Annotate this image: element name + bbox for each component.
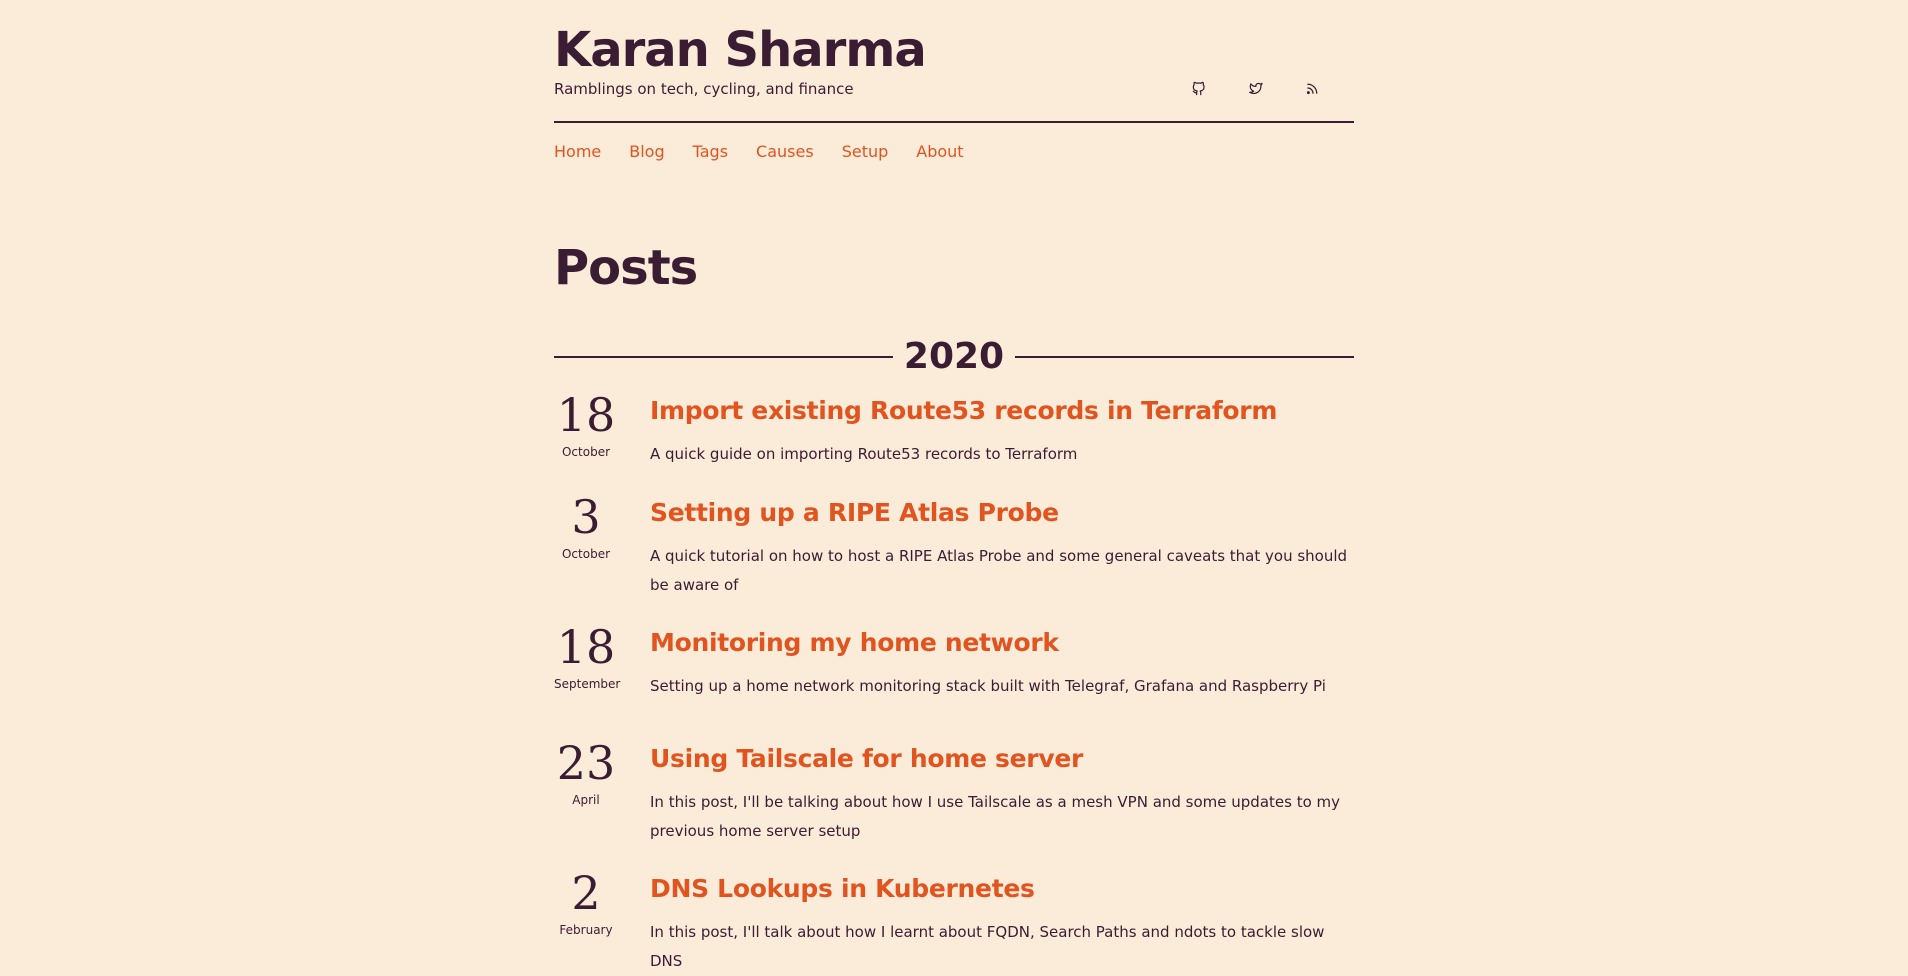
year-heading: 2020 — [554, 334, 1354, 380]
post-month: October — [561, 547, 611, 561]
year-label: 2020 — [903, 336, 1005, 377]
nav-causes[interactable]: Causes — [756, 142, 814, 161]
nav-home[interactable]: Home — [554, 142, 601, 161]
post-day: 18 — [556, 388, 616, 442]
post-month: September — [554, 677, 621, 691]
post-description: A quick tutorial on how to host a RIPE A… — [650, 547, 1348, 594]
site-title[interactable]: Karan Sharma — [554, 18, 927, 82]
post-description: In this post, I'll be talking about how … — [650, 793, 1341, 840]
nav-about[interactable]: About — [916, 142, 963, 161]
post-day: 2 — [571, 866, 601, 920]
post-title-link[interactable]: DNS Lookups in Kubernetes — [650, 874, 1035, 903]
post-day: 23 — [556, 736, 616, 790]
post-description: Setting up a home network monitoring sta… — [650, 677, 1326, 695]
post-date: 18 October — [554, 388, 618, 460]
post-month: February — [559, 923, 613, 937]
nav-blog[interactable]: Blog — [629, 142, 664, 161]
post-description: In this post, I'll talk about how I lear… — [650, 923, 1325, 970]
post-day: 3 — [571, 490, 601, 544]
year-divider-left — [554, 356, 893, 358]
header-divider — [554, 121, 1354, 123]
nav-setup[interactable]: Setup — [842, 142, 889, 161]
post-title-link[interactable]: Setting up a RIPE Atlas Probe — [650, 498, 1059, 527]
post-date: 23 April — [554, 736, 618, 808]
post-title-link[interactable]: Monitoring my home network — [650, 628, 1059, 657]
post-title-link[interactable]: Import existing Route53 records in Terra… — [650, 396, 1277, 425]
rss-icon[interactable] — [1302, 78, 1322, 98]
post-date: 2 February — [554, 866, 618, 938]
post-date: 18 September — [554, 620, 621, 692]
post-month: April — [572, 793, 600, 807]
nav-tags[interactable]: Tags — [693, 142, 728, 161]
main-nav: Home Blog Tags Causes Setup About — [554, 142, 992, 161]
post-description: A quick guide on importing Route53 recor… — [650, 445, 1078, 463]
twitter-icon[interactable] — [1245, 78, 1265, 98]
post-month: October — [561, 445, 611, 459]
post-title-link[interactable]: Using Tailscale for home server — [650, 744, 1083, 773]
post-day: 18 — [556, 620, 616, 674]
site-tagline: Ramblings on tech, cycling, and finance — [554, 80, 854, 98]
github-icon[interactable] — [1188, 78, 1208, 98]
post-date: 3 October — [554, 490, 618, 562]
page-title: Posts — [554, 240, 698, 296]
year-divider-right — [1015, 356, 1354, 358]
